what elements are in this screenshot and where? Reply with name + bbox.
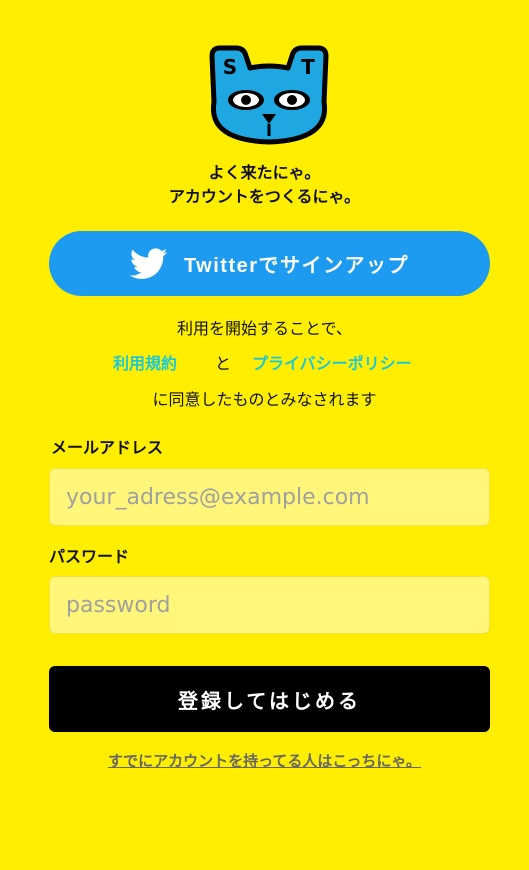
- welcome-line-2: アカウントをつくるにゃ。: [168, 187, 361, 206]
- twitter-signup-label: Twitterでサインアップ: [183, 255, 410, 277]
- cat-face-logo-icon: S T: [209, 45, 329, 145]
- logo-letter-s: S: [223, 55, 237, 79]
- terms-text-line-1: 利用を開始することで、: [177, 319, 352, 338]
- terms-text-line-3: に同意したものとみなされます: [152, 390, 377, 409]
- welcome-line-1: よく来たにゃ。: [208, 163, 321, 182]
- register-button[interactable]: 登録してはじめる: [49, 666, 490, 732]
- logo-letter-t: T: [301, 55, 315, 79]
- privacy-policy-link[interactable]: プライバシーポリシー: [252, 353, 412, 375]
- password-field[interactable]: [49, 576, 490, 634]
- existing-account-link[interactable]: すでにアカウントを持ってる人はこっちにゃ。: [0, 750, 529, 771]
- terms-of-service-link[interactable]: 利用規約: [113, 353, 177, 375]
- twitter-signup-button[interactable]: Twitterでサインアップ: [49, 231, 490, 296]
- email-label: メールアドレス: [51, 438, 164, 457]
- signup-page: S T よく来たにゃ。 アカウントをつくるにゃ。 Twitterでサインアップ …: [0, 0, 529, 870]
- welcome-headline: よく来たにゃ。 アカウントをつくるにゃ。: [0, 161, 529, 209]
- email-field[interactable]: [49, 468, 490, 526]
- password-label: パスワード: [49, 547, 130, 566]
- twitter-bird-icon: [129, 247, 168, 279]
- terms-and-text: と: [215, 354, 232, 373]
